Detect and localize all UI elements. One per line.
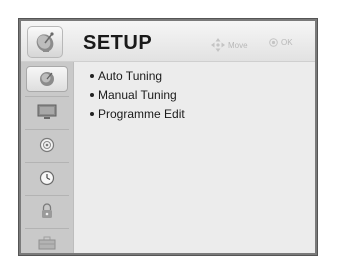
- sidebar-divider: [25, 228, 69, 229]
- sidebar-item-setup[interactable]: [26, 66, 68, 92]
- move-hint-label: Move: [228, 40, 248, 50]
- menu-content: Auto Tuning Manual Tuning Programme Edit: [74, 62, 315, 253]
- page-title: SETUP: [83, 32, 153, 54]
- menu-option-auto-tuning[interactable]: Auto Tuning: [90, 69, 162, 83]
- monitor-icon: [37, 104, 57, 119]
- sidebar-item-option[interactable]: [26, 230, 68, 256]
- option-label: Programme Edit: [98, 107, 185, 121]
- move-hint: Move: [211, 38, 248, 52]
- satellite-dish-icon: [40, 72, 54, 86]
- sidebar-item-time[interactable]: [26, 165, 68, 191]
- sidebar-divider: [25, 96, 69, 97]
- navigation-arrows-icon: [211, 38, 225, 52]
- sidebar-divider: [25, 195, 69, 196]
- ok-hint-label: OK: [281, 38, 293, 47]
- header-icon-box: [27, 26, 63, 58]
- menu-header: SETUP Move OK: [21, 21, 315, 62]
- tv-frame: SETUP Move OK Auto Tuning Manual Tuning …: [18, 18, 318, 256]
- sidebar-divider: [25, 162, 69, 163]
- sidebar-item-lock[interactable]: [26, 198, 68, 224]
- speaker-icon: [39, 137, 55, 153]
- clock-icon: [39, 170, 55, 186]
- category-sidebar: [21, 62, 74, 253]
- sidebar-divider: [25, 129, 69, 130]
- ok-hint: OK: [269, 38, 293, 47]
- bullet-icon: [90, 74, 94, 78]
- option-label: Auto Tuning: [98, 69, 163, 83]
- bullet-icon: [90, 93, 94, 97]
- bullet-icon: [90, 112, 94, 116]
- ok-button-icon: [269, 38, 278, 47]
- satellite-dish-icon: [36, 32, 54, 52]
- briefcase-icon: [38, 236, 56, 250]
- lock-icon: [42, 203, 52, 218]
- setup-menu-panel: SETUP Move OK Auto Tuning Manual Tuning …: [21, 21, 315, 253]
- sidebar-item-picture[interactable]: [26, 99, 68, 125]
- menu-option-programme-edit[interactable]: Programme Edit: [90, 107, 185, 121]
- sidebar-item-audio[interactable]: [26, 132, 68, 158]
- option-label: Manual Tuning: [98, 88, 177, 102]
- menu-option-manual-tuning[interactable]: Manual Tuning: [90, 88, 177, 102]
